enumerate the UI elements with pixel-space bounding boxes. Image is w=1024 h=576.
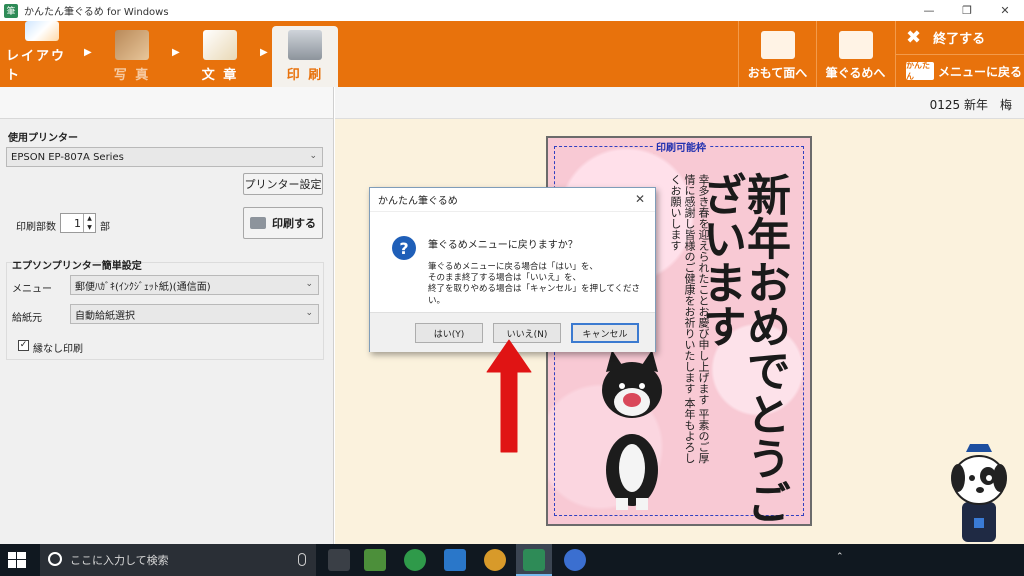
printer-small-icon <box>250 217 266 229</box>
menu-icon: かんたん <box>906 61 934 81</box>
exit-label: 終了する <box>933 32 986 47</box>
printable-area-label: 印刷可能枠 <box>653 139 709 154</box>
card-front-icon <box>760 31 795 59</box>
feed-select[interactable]: 自動給紙選択 ⌄ <box>70 304 319 324</box>
restore-icon[interactable]: ❐ <box>948 0 986 21</box>
copies-label: 印刷部数 <box>16 222 56 233</box>
task-view-icon[interactable] <box>328 549 350 571</box>
confirm-dialog: かんたん筆ぐるめ ✕ ? 筆ぐるめメニューに戻りますか？ 筆ぐるめメニューに戻る… <box>369 187 656 352</box>
title-bar: 筆 かんたん筆ぐるめ for Windows — ❐ ✕ <box>0 0 1024 21</box>
arrow-icon: ▶ <box>84 47 92 58</box>
taskbar-app-icon[interactable] <box>564 549 586 571</box>
copies-value: 1 <box>74 216 81 230</box>
printer-settings-button[interactable]: プリンター設定 <box>243 173 323 195</box>
system-tray: ⌃ <box>824 544 1024 576</box>
panel-header-strip <box>0 87 333 119</box>
fudegurume-label: 筆ぐるめへ <box>825 66 886 80</box>
document-name: 0125 新年 梅 <box>929 98 1012 112</box>
borderless-checkbox[interactable]: ✓ <box>18 340 29 351</box>
print-settings-panel: 使用プリンター EPSON EP-807A Series ⌄ プリンター設定 印… <box>0 87 334 544</box>
layout-icon <box>25 21 59 41</box>
exit-area: ✖ 終了する かんたん メニューに戻る <box>895 21 1024 87</box>
dialog-question: 筆ぐるめメニューに戻りますか？ <box>428 240 578 251</box>
tab-photo[interactable]: 写 真 <box>96 21 168 87</box>
tab-layout[interactable]: レイアウト <box>6 21 78 87</box>
arrow-icon: ▶ <box>172 47 180 58</box>
menu-back-button[interactable]: かんたん メニューに戻る <box>896 54 1024 87</box>
printer-icon <box>288 30 322 60</box>
close-icon[interactable]: ✕ <box>635 192 645 206</box>
omote-button[interactable]: おもて面へ <box>738 21 816 87</box>
windows-start-icon[interactable] <box>8 552 26 568</box>
omote-label: おもて面へ <box>747 66 808 80</box>
window-title: かんたん筆ぐるめ for Windows <box>24 7 169 18</box>
document-header: 0125 新年 梅 <box>335 87 1024 119</box>
question-icon: ? <box>392 236 416 260</box>
brush-icon <box>838 31 873 59</box>
chevron-down-icon: ⌄ <box>305 279 313 289</box>
yes-button[interactable]: はい(Y) <box>415 323 483 343</box>
arrow-icon: ▶ <box>260 47 268 58</box>
taskbar-app-icon[interactable] <box>404 549 426 571</box>
print-button-label: 印刷する <box>272 217 316 230</box>
taskbar-app-icon[interactable] <box>444 549 466 571</box>
chevron-up-icon[interactable]: ⌃ <box>836 552 844 562</box>
stepper-arrows-icon[interactable]: ▲ ▼ <box>83 214 95 232</box>
epson-heading: エプソンプリンター簡単設定 <box>12 261 142 272</box>
app-icon: 筆 <box>4 3 18 18</box>
photo-icon <box>115 30 149 60</box>
copies-unit: 部 <box>100 222 110 233</box>
exit-button[interactable]: ✖ 終了する <box>896 21 1024 54</box>
paper-menu-select[interactable]: 郵便ﾊｶﾞｷ(ｲﾝｸｼﾞｪｯﾄ紙)(通信面) ⌄ <box>70 275 319 295</box>
mascot-dog-icon <box>951 444 1007 542</box>
fudegurume-button[interactable]: 筆ぐるめへ <box>816 21 894 87</box>
main-toolbar: レイアウト ▶ 写 真 ▶ 文 章 ▶ 印 刷 おもて面へ 筆ぐるめへ ✖ 終了… <box>0 21 1024 87</box>
paper-menu-value: 郵便ﾊｶﾞｷ(ｲﾝｸｼﾞｪｯﾄ紙)(通信面) <box>75 281 211 293</box>
taskbar-app-icon[interactable] <box>364 549 386 571</box>
chevron-down-icon: ⌄ <box>309 151 317 161</box>
printer-value: EPSON EP-807A Series <box>11 151 124 163</box>
red-arrow-annotation <box>486 339 532 453</box>
cortana-icon <box>48 552 62 566</box>
greeting-title: 新年おめでとうございます <box>695 172 790 524</box>
close-x-icon: ✖ <box>906 27 922 48</box>
taskbar-app-icon[interactable] <box>484 549 506 571</box>
menu-back-label: メニューに戻る <box>938 64 1023 79</box>
tab-photo-label: 写 真 <box>113 68 151 83</box>
search-placeholder: ここに入力して検索 <box>70 554 169 567</box>
minimize-icon[interactable]: — <box>910 0 948 21</box>
shiba-dog-illustration <box>602 350 662 510</box>
tab-layout-label: レイアウト <box>6 49 67 83</box>
cancel-button[interactable]: キャンセル <box>571 323 639 343</box>
feed-label: 給紙元 <box>12 313 42 324</box>
printer-heading: 使用プリンター <box>8 133 78 144</box>
microphone-icon[interactable] <box>298 553 306 566</box>
dialog-title: かんたん筆ぐるめ <box>370 188 655 212</box>
print-button[interactable]: 印刷する <box>243 207 323 239</box>
dialog-line-3: 終了を取りやめる場合は「キャンセル」を押してください。 <box>428 284 640 306</box>
tab-text-label: 文 章 <box>201 68 239 83</box>
copies-stepper[interactable]: 1 ▲ ▼ <box>60 213 96 233</box>
fudegurume-taskbar-icon[interactable] <box>523 549 545 571</box>
window-controls: — ❐ ✕ <box>910 0 1024 21</box>
chevron-down-icon: ⌄ <box>305 308 313 318</box>
feed-value: 自動給紙選択 <box>75 310 135 322</box>
menu-label: メニュー <box>12 284 52 295</box>
tab-print[interactable]: 印 刷 <box>272 26 338 87</box>
tab-text[interactable]: 文 章 <box>184 21 256 87</box>
close-icon[interactable]: ✕ <box>986 0 1024 21</box>
taskbar-search-box[interactable]: ここに入力して検索 <box>40 544 316 576</box>
borderless-label: 縁なし印刷 <box>33 344 83 355</box>
text-icon <box>203 30 237 60</box>
greeting-message: 幸多き春を迎えられたことお慶び申し上げます 平素のご厚情に感謝し皆様のご健康をお… <box>669 174 710 464</box>
printer-select[interactable]: EPSON EP-807A Series ⌄ <box>6 147 323 167</box>
tab-print-label: 印 刷 <box>286 68 324 83</box>
windows-taskbar: ここに入力して検索 ⌃ <box>0 544 1024 576</box>
